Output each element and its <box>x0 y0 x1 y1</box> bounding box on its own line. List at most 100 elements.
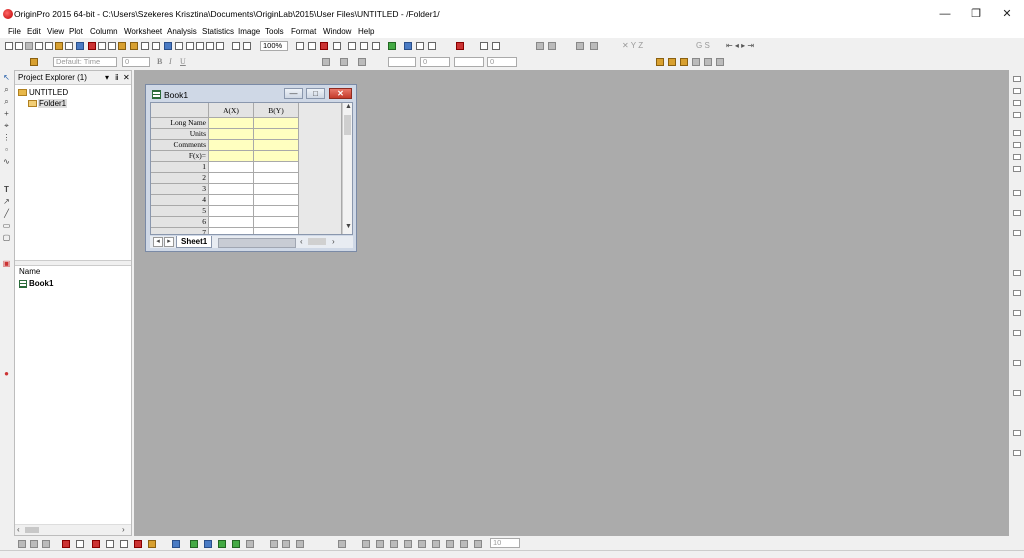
statistics-column-icon[interactable] <box>492 42 500 50</box>
data-cell[interactable] <box>254 206 299 217</box>
line-plot-icon[interactable] <box>18 540 26 548</box>
font-size-select[interactable]: 0 <box>122 57 150 67</box>
save-project-icon[interactable] <box>164 42 172 50</box>
worksheet-grid[interactable]: A(X) B(Y) Long Name Units Comments F(x)=… <box>150 102 353 235</box>
layout-tool-icon[interactable] <box>1013 166 1021 172</box>
import-odbc-icon[interactable] <box>692 58 700 66</box>
import-single-ascii-icon[interactable] <box>196 42 204 50</box>
data-cell[interactable] <box>254 228 299 234</box>
explorer-hscrollbar[interactable]: ‹ › <box>15 524 131 535</box>
data-cell[interactable] <box>254 184 299 195</box>
polar-plot-icon[interactable] <box>120 540 128 548</box>
column-plot-icon[interactable] <box>62 540 70 548</box>
graph-tool-icon[interactable] <box>1013 76 1021 82</box>
new-layout-icon[interactable] <box>76 42 84 50</box>
histogram-icon[interactable] <box>106 540 114 548</box>
cell-b-comments[interactable] <box>254 140 299 151</box>
row-label-units[interactable]: Units <box>151 129 209 140</box>
minimize-button[interactable]: — <box>930 4 960 24</box>
align-tool-icon[interactable] <box>1013 290 1021 296</box>
line-style-select[interactable] <box>388 57 416 67</box>
menu-statistics[interactable]: Statistics <box>202 26 234 38</box>
menu-image[interactable]: Image <box>238 26 260 38</box>
menu-worksheet[interactable]: Worksheet <box>124 26 162 38</box>
worksheet-vscrollbar[interactable]: ▲ ▼ <box>342 103 352 234</box>
set-column-values-icon[interactable] <box>480 42 488 50</box>
pe-close-icon[interactable]: ✕ <box>123 73 130 82</box>
maximize-button[interactable]: ❐ <box>961 4 991 24</box>
open-excel-icon[interactable] <box>141 42 149 50</box>
screen-reader-tool-icon[interactable]: + <box>2 110 11 118</box>
data-cell[interactable] <box>209 228 254 234</box>
export-icon[interactable] <box>186 42 194 50</box>
line-symbol-plot-icon[interactable] <box>42 540 50 548</box>
line-color-icon[interactable] <box>340 58 348 66</box>
apps-gallery-icon[interactable] <box>388 42 396 50</box>
cell-a-units[interactable] <box>209 129 254 140</box>
import-excel-icon[interactable] <box>668 58 676 66</box>
graph-tool-icon[interactable] <box>1013 100 1021 106</box>
paste-format-icon[interactable] <box>30 58 38 66</box>
messages-log-icon[interactable] <box>372 42 380 50</box>
rectangle-tool-icon[interactable]: ▭ <box>2 222 11 230</box>
stock-plot-icon[interactable] <box>134 540 142 548</box>
layer-management-icon[interactable] <box>428 42 436 50</box>
object-manager-icon[interactable] <box>404 42 412 50</box>
tab-sheet1[interactable]: Sheet1 <box>176 236 213 248</box>
scroll-down-icon[interactable]: ▼ <box>345 223 352 230</box>
data-cell[interactable] <box>254 217 299 228</box>
cell-b-long-name[interactable] <box>254 118 299 129</box>
pe-menu-icon[interactable]: ▾ <box>105 73 109 82</box>
new-function-icon[interactable] <box>65 42 73 50</box>
align-bottom-icon[interactable] <box>404 540 412 548</box>
corner-cell[interactable] <box>151 103 209 118</box>
size-select[interactable]: 10 <box>490 538 520 548</box>
row-header[interactable]: 5 <box>151 206 209 217</box>
align-tool-icon[interactable] <box>1013 330 1021 336</box>
layout-tool-icon[interactable] <box>1013 142 1021 148</box>
align-tool-icon[interactable] <box>1013 450 1021 456</box>
region-of-interest-tool-icon[interactable]: ▢ <box>2 234 11 242</box>
menu-help[interactable]: Help <box>358 26 374 38</box>
3d-surface-icon[interactable] <box>172 540 180 548</box>
pe-dock-icon[interactable]: ⅱ <box>115 73 119 82</box>
zoom-select[interactable]: 100% <box>260 41 288 51</box>
row-header[interactable]: 6 <box>151 217 209 228</box>
filter-icon[interactable] <box>576 42 584 50</box>
row-label-comments[interactable]: Comments <box>151 140 209 151</box>
book-maximize-button[interactable]: □ <box>306 88 325 99</box>
tab-prev-icon[interactable]: ◂ <box>153 237 163 247</box>
open-icon[interactable] <box>118 42 126 50</box>
italic-button[interactable]: I <box>169 57 172 67</box>
row-header[interactable]: 7 <box>151 228 209 234</box>
menu-file[interactable]: File <box>8 26 21 38</box>
layout-tool-icon[interactable] <box>1013 130 1021 136</box>
open-template-icon[interactable] <box>130 42 138 50</box>
quick-help-icon[interactable] <box>416 42 424 50</box>
object-tool-icon[interactable] <box>1013 210 1021 216</box>
project-explorer-toggle-icon[interactable] <box>360 42 368 50</box>
new-excel-icon[interactable] <box>88 42 96 50</box>
3d-bar-icon[interactable] <box>204 540 212 548</box>
xyz-designation-icon[interactable]: ✕ Y Z <box>622 41 643 51</box>
g-s-icon[interactable]: G S <box>696 41 710 51</box>
draw-data-tool-icon[interactable]: ∿ <box>2 158 11 166</box>
book-minimize-button[interactable]: — <box>284 88 303 99</box>
data-cell[interactable] <box>209 162 254 173</box>
pie-plot-icon[interactable] <box>76 540 84 548</box>
tab-next-icon[interactable]: ▸ <box>164 237 174 247</box>
scroll-thumb[interactable] <box>25 527 39 533</box>
ternary-icon[interactable] <box>246 540 254 548</box>
data-cell[interactable] <box>209 217 254 228</box>
import-multiple-ascii-icon[interactable] <box>206 42 214 50</box>
font-select[interactable]: Default: Time <box>53 57 117 67</box>
add-column-icon[interactable] <box>456 42 464 50</box>
3d-scatter-icon[interactable] <box>190 540 198 548</box>
template-library-icon[interactable] <box>148 540 156 548</box>
sort-icon[interactable] <box>536 42 544 50</box>
add-layer-icon[interactable] <box>338 540 346 548</box>
tree-item-folder1[interactable]: Folder1 <box>38 99 68 108</box>
zoom-in-tool-icon[interactable]: ⌕ <box>2 86 11 94</box>
row-label-long-name[interactable]: Long Name <box>151 118 209 129</box>
row-header[interactable]: 1 <box>151 162 209 173</box>
